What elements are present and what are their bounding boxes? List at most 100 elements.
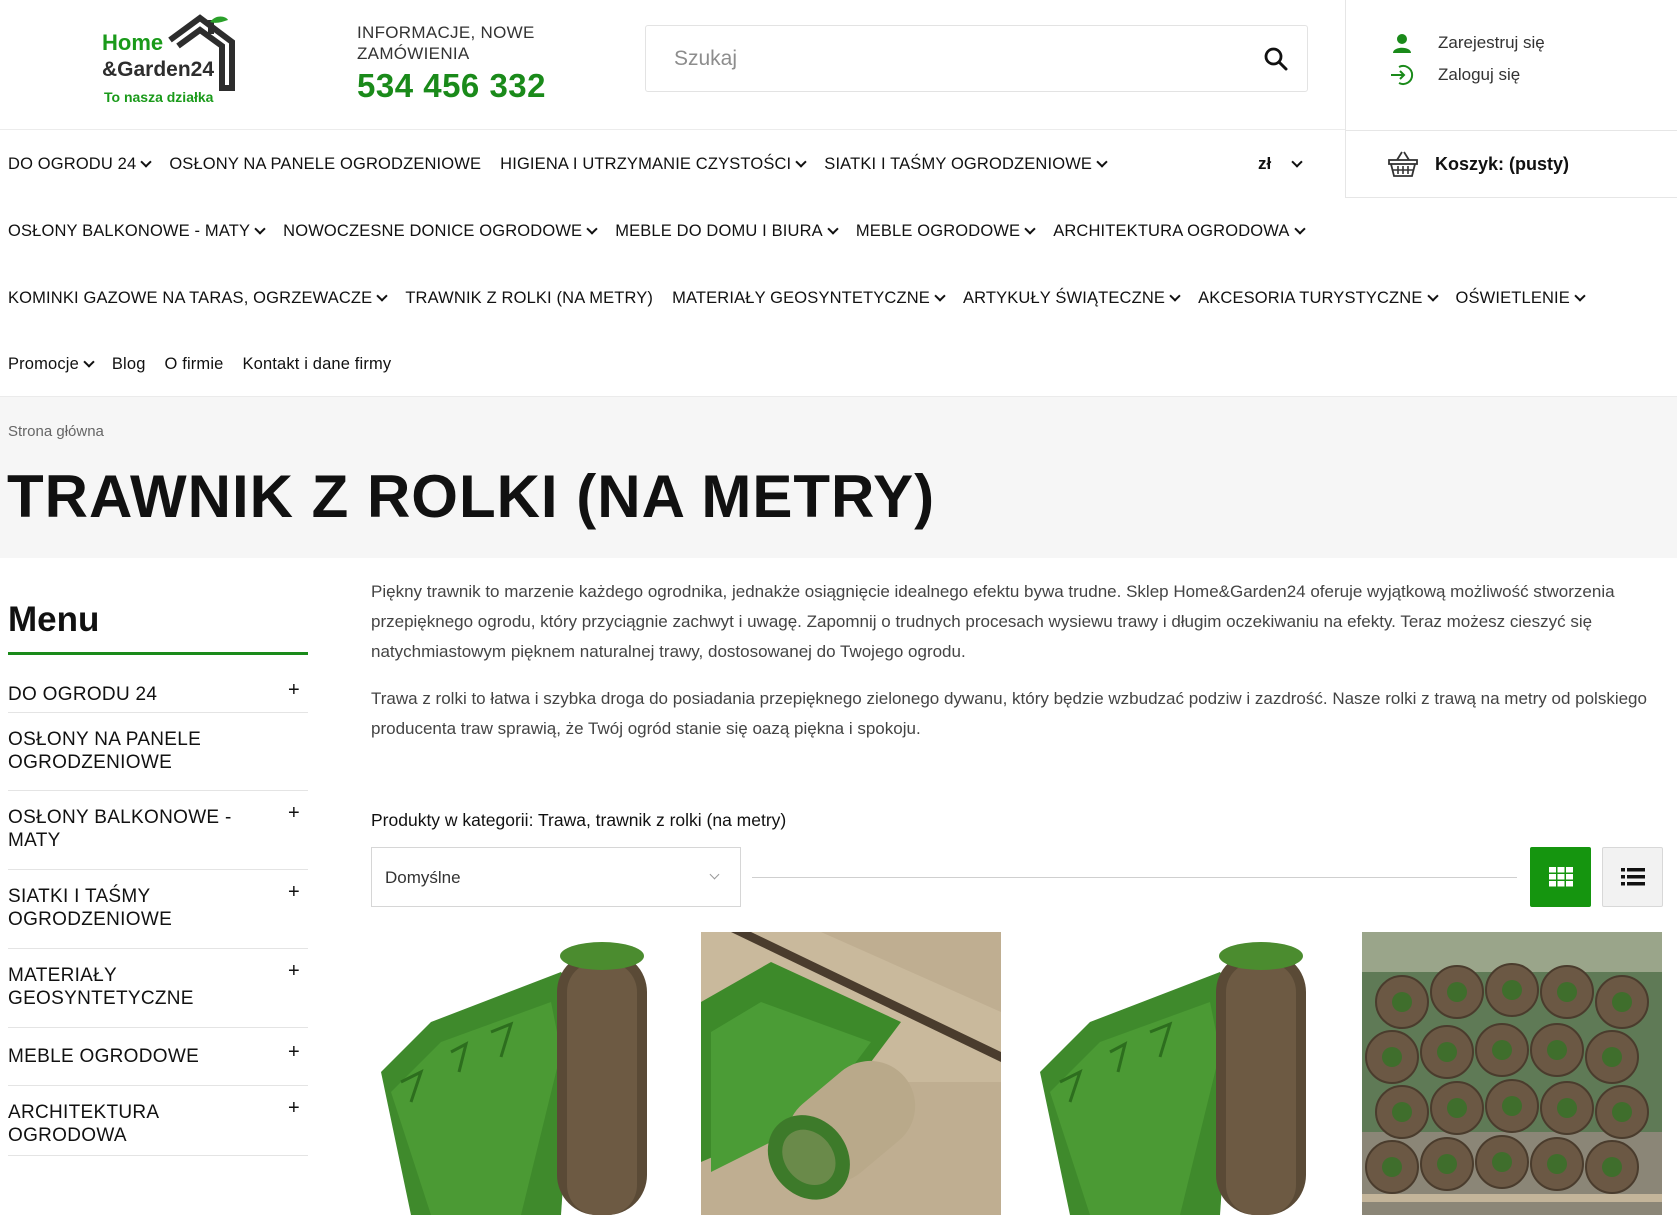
product-card-image[interactable] (1362, 932, 1662, 1215)
chevron-down-icon (140, 155, 152, 168)
register-link[interactable]: Zarejestruj się (1390, 32, 1545, 54)
search-icon[interactable] (1263, 46, 1289, 72)
turf-roll-image (1030, 932, 1330, 1215)
grid-view-button[interactable] (1530, 847, 1591, 907)
nav-item-label: MEBLE DO DOMU I BIURA (615, 221, 823, 240)
nav-item-label: OSŁONY BALKONOWE - MATY (8, 221, 251, 240)
login-label: Zaloguj się (1438, 65, 1521, 84)
plus-icon[interactable]: + (288, 960, 300, 983)
sidebar-item-architektura-ogrodowa[interactable]: ARCHITEKTURA OGRODOWA + (8, 1086, 308, 1156)
sidebar-item-materialy-geosyntetyczne[interactable]: MATERIAŁY GEOSYNTETYCZNE + (8, 949, 308, 1028)
grid-icon (1548, 867, 1573, 887)
register-label: Zarejestruj się (1438, 33, 1545, 52)
header-divider (0, 129, 1345, 130)
sidebar-item-oslony-balkonowe-maty[interactable]: OSŁONY BALKONOWE - MATY + (8, 791, 308, 870)
product-card-image[interactable] (1030, 932, 1330, 1215)
search-input[interactable] (646, 26, 1246, 91)
list-icon (1620, 868, 1645, 886)
plus-icon[interactable]: + (288, 802, 300, 825)
nav-item-architektura-ogrodowa[interactable]: ARCHITEKTURA OGRODOWA (1053, 221, 1306, 241)
sidebar-item-label: DO OGRODU 24 (8, 684, 158, 705)
cart-button[interactable]: Koszyk: (pusty) (1346, 130, 1677, 198)
nav-item-label: OŚWIETLENIE (1455, 288, 1570, 307)
nav-item-label: SIATKI I TAŚMY OGRODZENIOWE (824, 154, 1093, 173)
nav-item-label: TRAWNIK Z ROLKI (NA METRY) (405, 288, 654, 307)
nav-item-meble-do-domu-i-biura[interactable]: MEBLE DO DOMU I BIURA (615, 221, 839, 241)
nav-item-siatki-i-tasmy-ogrodzeniowe[interactable]: SIATKI I TAŚMY OGRODZENIOWE (824, 154, 1108, 174)
sidebar-item-label: MEBLE OGRODOWE (8, 1046, 200, 1067)
turf-roll-image (701, 932, 1001, 1215)
page-title: TRAWNIK Z ROLKI (NA METRY) (7, 463, 936, 530)
nav-item-higiena-i-utrzymanie-czystosci[interactable]: HIGIENA I UTRZYMANIE CZYSTOŚCI (500, 154, 807, 174)
sort-value: Domyślne (385, 868, 461, 887)
chevron-down-icon (827, 222, 839, 235)
nav-item-label: OSŁONY NA PANELE OGRODZENIOWE (169, 154, 482, 173)
nav-item-label: AKCESORIA TURYSTYCZNE (1198, 288, 1423, 307)
chevron-down-icon (1574, 289, 1586, 302)
chevron-down-icon (1024, 222, 1036, 235)
plus-icon[interactable]: + (288, 1097, 300, 1120)
cart-label: Koszyk: (pusty) (1435, 153, 1570, 174)
chevron-down-icon (83, 355, 95, 368)
sidebar-item-oslony-na-panele-ogrodzeniowe[interactable]: OSŁONY NA PANELE OGRODZENIOWE (8, 713, 308, 791)
description-paragraph: Trawa z rolki to łatwa i szybka droga do… (371, 689, 1647, 738)
nav-item-o-firmie[interactable]: O firmie (165, 355, 224, 374)
nav-item-label: ARCHITEKTURA OGRODOWA (1053, 221, 1290, 240)
sidebar-item-do-ogrodu-24[interactable]: DO OGRODU 24 + (8, 655, 308, 713)
nav-item-materialy-geosyntetyczne[interactable]: MATERIAŁY GEOSYNTETYCZNE (672, 289, 946, 308)
nav-item-promocje[interactable]: Promocje (8, 354, 95, 374)
product-card-image[interactable] (701, 932, 1001, 1215)
plus-icon[interactable]: + (288, 881, 300, 904)
nav-item-label: NOWOCZESNE DONICE OGRODOWE (283, 221, 583, 240)
login-link[interactable]: Zaloguj się (1390, 64, 1520, 86)
svg-text:Home: Home (102, 30, 163, 55)
home-garden24-logo[interactable]: Home &Garden24 To nasza działka (100, 14, 250, 106)
plus-icon[interactable]: + (288, 679, 300, 702)
basket-icon (1388, 151, 1418, 177)
sidebar-item-meble-ogrodowe[interactable]: MEBLE OGRODOWE + (8, 1028, 308, 1086)
nav-item-label: Promocje (8, 354, 79, 373)
svg-text:To nasza działka: To nasza działka (104, 89, 214, 105)
products-category-label: Produkty w kategorii: Trawa, trawnik z r… (371, 810, 787, 830)
chevron-down-icon (1426, 289, 1439, 302)
nav-item-oswietlenie[interactable]: OŚWIETLENIE (1455, 288, 1586, 308)
nav-item-artykuly-swiateczne[interactable]: ARTYKUŁY ŚWIĄTECZNE (963, 289, 1181, 308)
sign-in-icon (1391, 65, 1414, 85)
nav-row: DO OGRODU 24 OSŁONY NA PANELE OGRODZENIOW… (8, 154, 1125, 174)
nav-item-meble-ogrodowe[interactable]: MEBLE OGRODOWE (856, 222, 1036, 241)
currency-label: zł (1258, 154, 1272, 173)
chevron-down-icon (934, 289, 946, 302)
turf-pallet-image (1362, 932, 1662, 1215)
list-view-button[interactable] (1602, 847, 1663, 907)
user-icon (1393, 34, 1411, 53)
contact-info: INFORMACJE, NOWE ZAMÓWIENIA 534 456 332 (357, 22, 557, 105)
category-description: Piękny trawnik to marzenie każdego ogrod… (371, 577, 1663, 761)
phone-number[interactable]: 534 456 332 (357, 67, 557, 105)
nav-item-label: KOMINKI GAZOWE NA TARAS, OGRZEWACZE (8, 288, 373, 307)
sidebar: Menu DO OGRODU 24 + OSŁONY NA PANELE OGROD… (8, 600, 308, 1156)
turf-roll-image (371, 932, 671, 1215)
description-paragraph: Piękny trawnik to marzenie każdego ogrod… (371, 582, 1615, 661)
nav-item-oslony-balkonowe-maty[interactable]: OSŁONY BALKONOWE - MATY (8, 221, 266, 241)
nav-item-nowoczesne-donice-ogrodowe[interactable]: NOWOCZESNE DONICE OGRODOWE (283, 221, 598, 241)
currency-selector[interactable]: zł (1258, 154, 1303, 174)
nav-item-do-ogrodu-24[interactable]: DO OGRODU 24 (8, 155, 152, 174)
nav-item-label: Kontakt i dane firmy (242, 354, 392, 373)
category-header: Strona główna TRAWNIK Z ROLKI (NA METRY) (0, 396, 1677, 558)
nav-item-blog[interactable]: Blog (112, 355, 146, 374)
plus-icon[interactable]: + (288, 1041, 300, 1064)
nav-item-kontakt-i-dane-firmy[interactable]: Kontakt i dane firmy (242, 355, 391, 374)
nav-item-label: HIGIENA I UTRZYMANIE CZYSTOŚCI (500, 154, 792, 173)
nav-item-trawnik-z-rolki-na-metry[interactable]: TRAWNIK Z ROLKI (NA METRY) (405, 289, 653, 308)
nav-item-kominki-gazowe-na-taras-ogrzewacze[interactable]: KOMINKI GAZOWE NA TARAS, OGRZEWACZE (8, 288, 388, 308)
nav-item-oslony-na-panele-ogrodzeniowe[interactable]: OSŁONY NA PANELE OGRODZENIOWE (169, 155, 481, 174)
breadcrumb[interactable]: Strona główna (8, 423, 104, 440)
chevron-down-icon (586, 222, 598, 235)
sidebar-list: DO OGRODU 24 + OSŁONY NA PANELE OGRODZENIO… (8, 655, 308, 1156)
sidebar-item-siatki-i-tasmy-ogrodzeniowe[interactable]: SIATKI I TAŚMY OGRODZENIOWE + (8, 870, 308, 949)
sort-select[interactable]: Domyślne (371, 847, 741, 907)
sidebar-item-label: MATERIAŁY GEOSYNTETYCZNE (8, 965, 194, 1009)
nav-item-akcesoria-turystyczne[interactable]: AKCESORIA TURYSTYCZNE (1198, 288, 1439, 308)
product-card-image[interactable] (371, 932, 671, 1215)
search-box (645, 25, 1308, 92)
